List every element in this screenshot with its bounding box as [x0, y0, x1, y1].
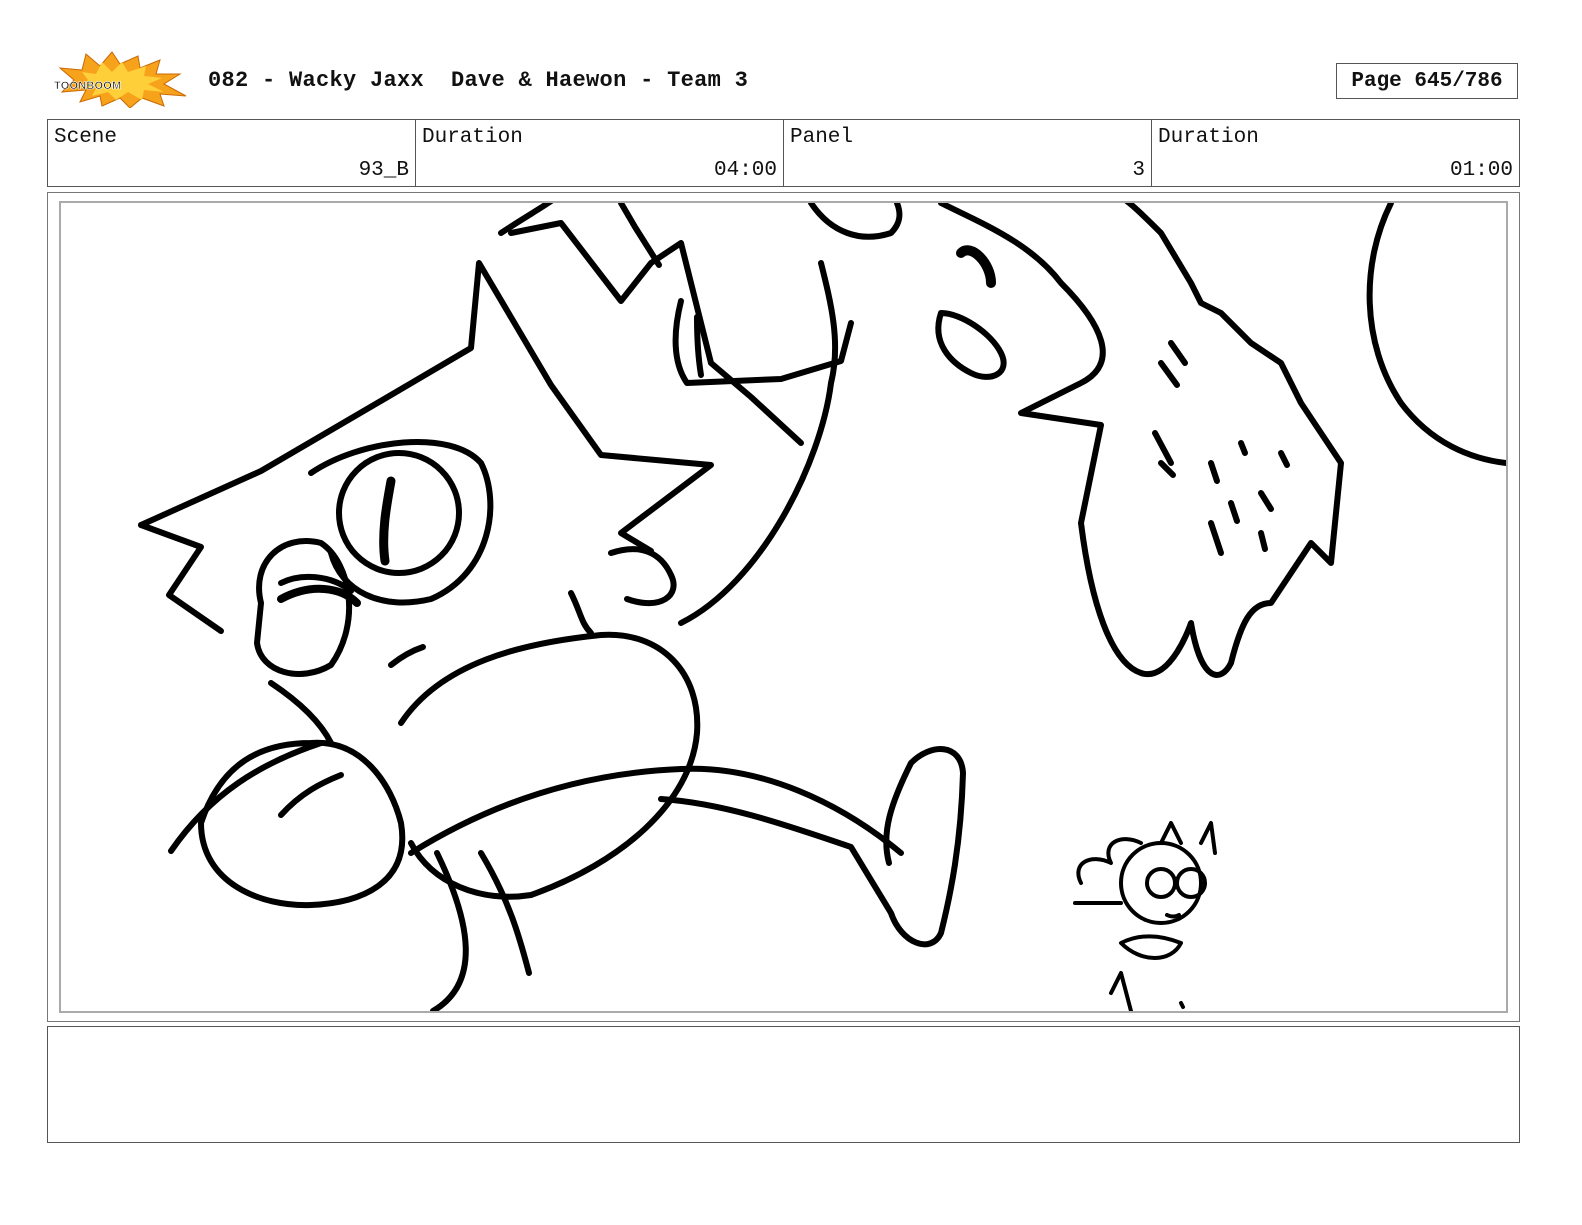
- scene-duration-label: Duration: [422, 126, 523, 149]
- panel-cell: Panel 3: [784, 120, 1152, 186]
- panel-value: 3: [1132, 159, 1145, 182]
- logo-wordmark: TOONBOOM: [54, 80, 121, 92]
- panel-label: Panel: [790, 126, 854, 149]
- scene-label: Scene: [54, 126, 118, 149]
- panel-notes-box: [47, 1026, 1520, 1143]
- scene-value: 93_B: [358, 159, 409, 182]
- scene-duration-cell: Duration 04:00: [416, 120, 784, 186]
- document-title: 082 - Wacky Jaxx Dave & Haewon - Team 3: [208, 68, 749, 93]
- panel-duration-label: Duration: [1158, 126, 1259, 149]
- storyboard-drawing-area: [59, 201, 1508, 1013]
- page-indicator: Page 645/786: [1336, 63, 1518, 99]
- scene-duration-value: 04:00: [713, 159, 777, 182]
- scene-cell: Scene 93_B: [48, 120, 416, 186]
- storyboard-panel-frame: [47, 192, 1520, 1022]
- sketch-main-character: [138, 203, 966, 1011]
- storyboard-sketch: [138, 203, 1506, 1011]
- sketch-flying-creature: [935, 203, 1344, 678]
- toonboom-logo: TOONBOOM: [52, 50, 188, 109]
- sketch-moon-arc: [1366, 203, 1506, 466]
- panel-duration-cell: Duration 01:00: [1152, 120, 1519, 186]
- panel-duration-value: 01:00: [1449, 159, 1513, 182]
- scene-info-table: Scene 93_B Duration 04:00 Panel 3 Durati…: [47, 119, 1520, 187]
- sketch-small-character: [1073, 821, 1217, 1011]
